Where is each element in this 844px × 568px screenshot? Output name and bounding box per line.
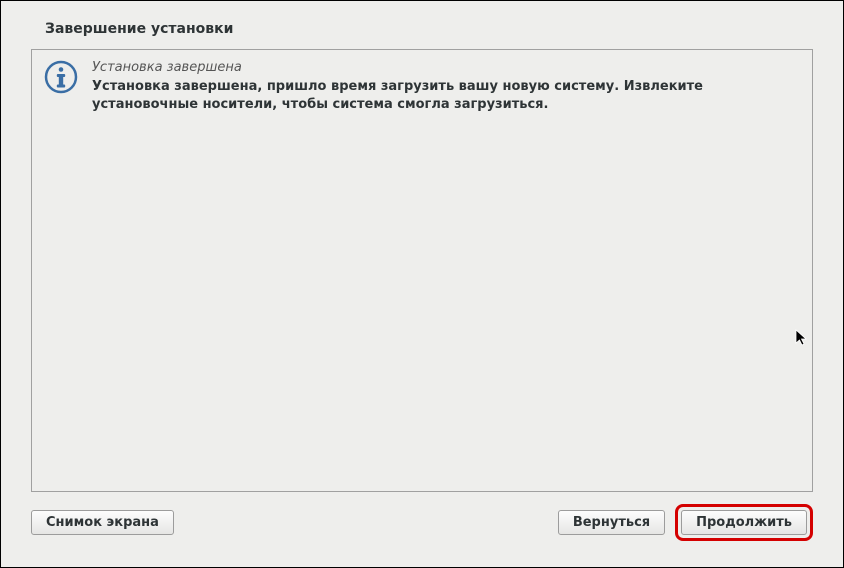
back-button[interactable]: Вернуться <box>558 510 665 535</box>
message-text: Установка завершена Установка завершена,… <box>92 58 800 113</box>
page-title: Завершение установки <box>45 21 813 37</box>
message-block: Установка завершена Установка завершена,… <box>44 58 800 113</box>
screenshot-button[interactable]: Снимок экрана <box>31 510 174 535</box>
installer-page: Завершение установки Установка завершена… <box>1 1 843 567</box>
info-icon <box>44 60 78 98</box>
button-row: Снимок экрана Вернуться Продолжить <box>31 504 813 547</box>
message-heading: Установка завершена <box>92 60 800 75</box>
continue-highlight: Продолжить <box>675 504 813 541</box>
message-body: Установка завершена, пришло время загруз… <box>92 78 800 113</box>
button-right-group: Вернуться Продолжить <box>558 504 813 541</box>
continue-button[interactable]: Продолжить <box>681 510 807 535</box>
content-panel: Установка завершена Установка завершена,… <box>31 49 813 492</box>
